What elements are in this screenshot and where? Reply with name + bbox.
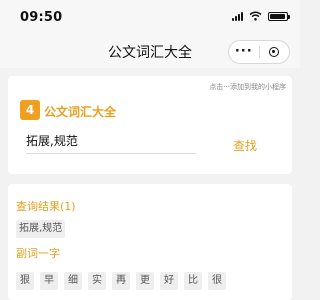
search-button[interactable]: 查找 [233,137,257,154]
search-input[interactable] [26,132,196,154]
adverb-char[interactable]: 早 [40,272,58,290]
adverb-char[interactable]: 更 [136,272,154,290]
adverb-char[interactable]: 实 [88,272,106,290]
adverb-char-list: 狠 早 细 实 再 更 好 比 很 [16,272,226,290]
search-card: 点击···添加到我的小程序 4 公文词汇大全 查找 [8,76,292,174]
status-time: 09:50 [20,10,63,25]
results-title: 查询结果(1) [16,200,76,213]
adverb-char[interactable]: 狠 [16,272,34,290]
target-close-icon[interactable] [260,47,290,57]
result-item[interactable]: 拓展,规范 [16,220,66,238]
wifi-icon [249,11,262,21]
brand-logo-icon: 4 [20,100,40,120]
signal-icon [232,11,243,21]
results-card: 查询结果(1) 拓展,规范 副词一字 狠 早 细 实 再 更 好 比 很 [8,184,292,300]
nav-bar: 公文词汇大全 ··· [0,34,300,68]
adverb-char[interactable]: 细 [64,272,82,290]
adverb-char[interactable]: 再 [112,272,130,290]
adverb-section-title: 副词一字 [16,247,60,260]
adverb-char[interactable]: 很 [208,272,226,290]
more-dots-icon[interactable]: ··· [229,45,259,58]
capsule-menu: ··· [228,40,290,64]
status-icons [232,10,290,22]
battery-icon [268,11,290,21]
status-bar: 09:50 [0,0,300,34]
adverb-char[interactable]: 好 [160,272,178,290]
brand-name: 公文词汇大全 [44,105,117,119]
add-to-mini-program-hint: 点击···添加到我的小程序 [209,83,286,91]
adverb-char[interactable]: 比 [184,272,202,290]
